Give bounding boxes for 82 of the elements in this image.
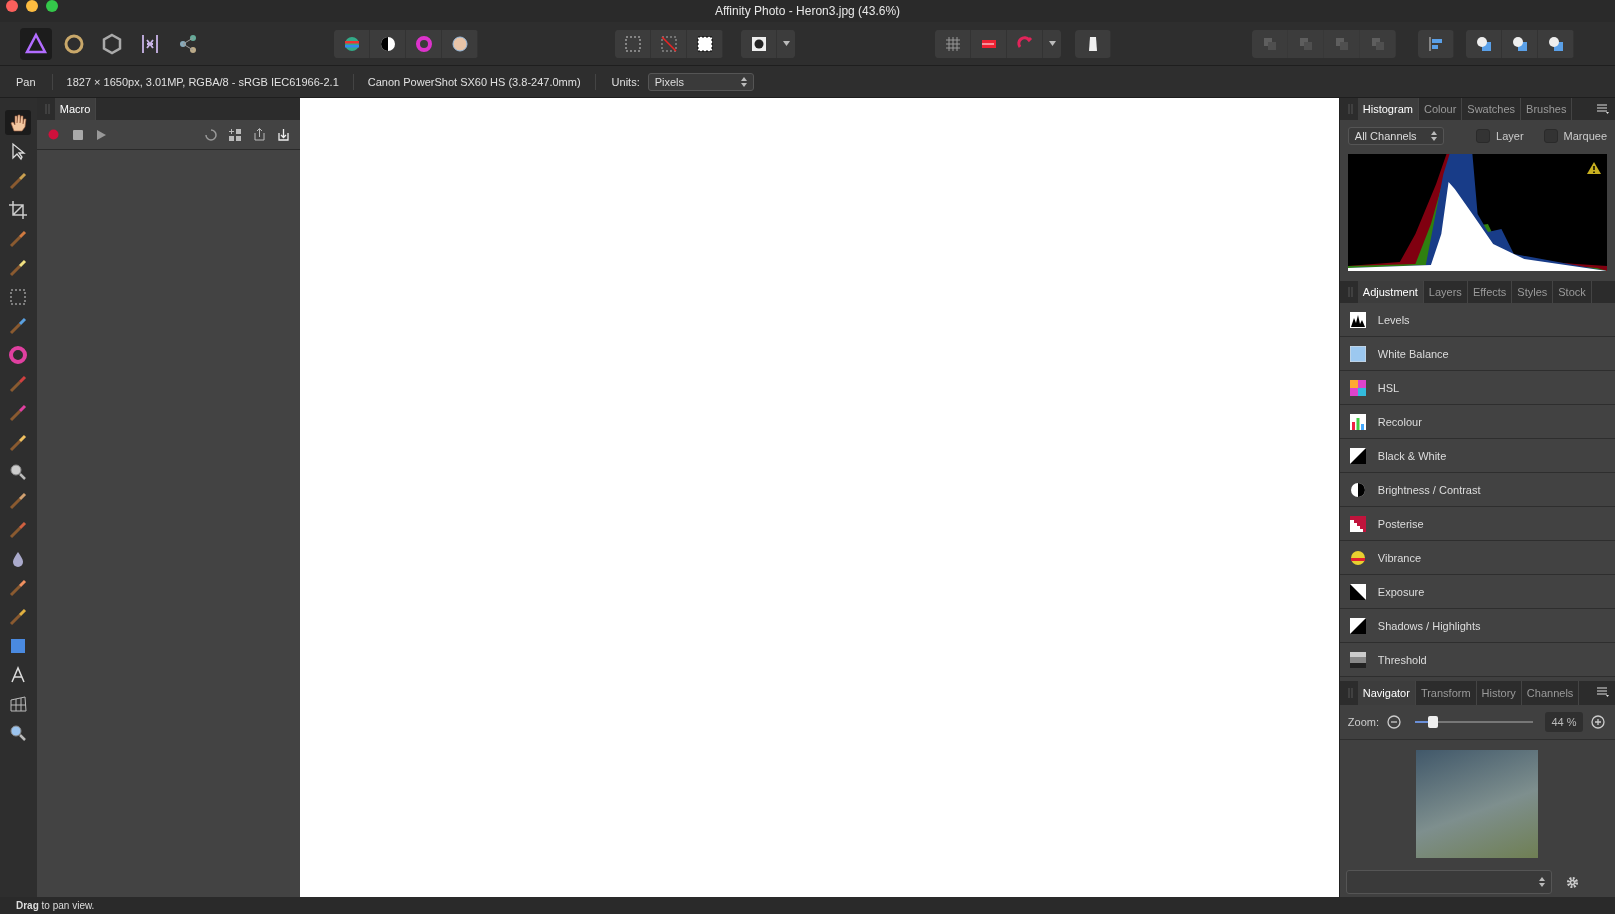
updown-icon	[740, 76, 747, 87]
brush-icon	[8, 519, 29, 540]
half-circle-icon	[1349, 481, 1366, 498]
updown-icon	[1430, 131, 1437, 141]
striped-circle-icon	[1349, 549, 1366, 566]
menu-icon	[1597, 687, 1609, 697]
mesh-icon	[8, 694, 29, 715]
checkbox-label: Layer	[1496, 130, 1524, 142]
minus-circle-icon	[1387, 715, 1401, 729]
hexagon-icon	[100, 31, 124, 56]
hand-icon	[8, 112, 29, 133]
staircase-icon	[1349, 515, 1366, 532]
grid-plus-icon	[229, 128, 242, 141]
bars-icon	[1349, 413, 1366, 430]
panel-menu-button[interactable]	[1597, 102, 1609, 117]
units-label: Units:	[611, 75, 640, 88]
plus-circle-icon	[1591, 715, 1605, 729]
minimize-button[interactable]	[26, 0, 38, 12]
dashed-square-icon	[623, 34, 642, 53]
checkbox-label: Marquee	[1563, 130, 1607, 142]
stripes-square-icon	[1349, 651, 1366, 668]
zoom-label: Zoom:	[1347, 716, 1379, 728]
panel-tab[interactable]: Brushes	[1521, 98, 1573, 120]
half-circle-icon	[378, 34, 397, 53]
menu-icon	[1597, 104, 1609, 114]
panel-tab[interactable]: Colour	[1418, 98, 1463, 120]
status-text: Drag to pan view.	[0, 897, 1615, 914]
caret-icon	[782, 41, 790, 46]
tool-name: Pan	[0, 73, 53, 90]
slider-thumb[interactable]	[1427, 716, 1438, 728]
refresh-icon	[205, 128, 218, 141]
panel-tab[interactable]: Swatches	[1462, 98, 1522, 120]
tool-button[interactable]	[5, 110, 32, 135]
color-wheel-icon	[8, 345, 29, 366]
panel-tab[interactable]: Macro	[54, 98, 97, 120]
close-button[interactable]	[6, 0, 18, 12]
brush-icon	[8, 403, 29, 424]
panel-tab[interactable]: Channels	[1521, 681, 1580, 705]
zoom-field[interactable]: 44 %	[1545, 712, 1583, 732]
updown-icon	[1538, 877, 1545, 887]
camera-info: Canon PowerShot SX60 HS (3.8-247.0mm)	[353, 73, 596, 90]
caret-icon	[1048, 41, 1056, 46]
brush-icon	[8, 228, 29, 249]
crossed-square-icon	[659, 34, 678, 53]
stop-icon	[72, 129, 83, 140]
panel-tab[interactable]: Histogram	[1357, 98, 1419, 120]
download-icon	[277, 128, 289, 141]
marquee-icon	[8, 287, 29, 308]
panel-tab[interactable]: History	[1476, 681, 1522, 705]
paintbrush-icon	[8, 374, 29, 395]
settings-icon	[1566, 875, 1580, 889]
window-title: Affinity Photo - Heron3.jpg (43.6%)	[714, 4, 901, 18]
spectrum-square-icon	[1349, 379, 1366, 396]
gradient-circle-icon	[450, 34, 469, 53]
circle-square-icon	[1474, 34, 1493, 53]
panel-menu-button[interactable]	[1597, 685, 1609, 700]
channel-select[interactable]: All Channels	[1347, 127, 1444, 145]
share-icon	[253, 128, 265, 141]
levels-icon	[1349, 311, 1366, 328]
grid-icon	[943, 34, 962, 53]
crop-icon	[8, 199, 29, 220]
panel-tab[interactable]: Transform	[1415, 681, 1477, 705]
color-bars-icon	[342, 34, 361, 53]
record-icon	[48, 129, 60, 140]
maximize-button[interactable]	[46, 0, 58, 12]
panel-tab[interactable]: Adjustment	[1357, 281, 1424, 303]
circle-square-icon	[1510, 34, 1529, 53]
image-info: 1827 × 1650px, 3.01MP, RGBA/8 - sRGB IEC61966-2.1	[52, 73, 354, 90]
align-left-icon	[1426, 34, 1445, 53]
diagonal-square-icon	[1349, 447, 1366, 464]
persona-button[interactable]	[20, 27, 52, 60]
zoom-out-button[interactable]	[1385, 713, 1403, 731]
units-select[interactable]: Pixels	[647, 72, 754, 91]
panel-tab[interactable]: Navigator	[1357, 681, 1416, 705]
color-wheel-icon	[414, 34, 433, 53]
circle-square-icon	[1546, 34, 1565, 53]
play-icon	[97, 129, 107, 140]
selection-icon	[695, 34, 714, 53]
triangle-logo-icon	[24, 31, 48, 56]
circle-square-icon	[749, 34, 768, 53]
diagonal-square-icon	[1349, 617, 1366, 634]
zoom-in-button[interactable]	[1589, 713, 1607, 731]
